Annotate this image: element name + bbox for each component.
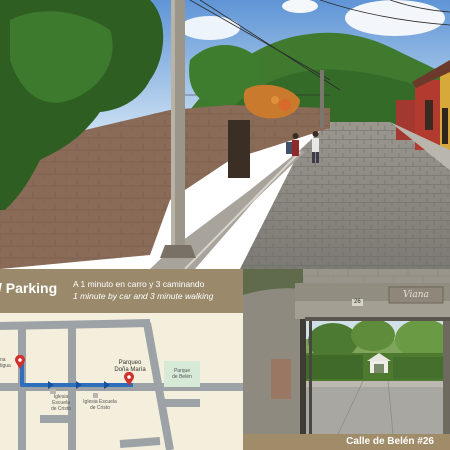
parking-name-line1: Parqueo <box>118 360 142 366</box>
house-sign: Viana <box>403 290 429 300</box>
street-photo <box>0 0 450 269</box>
address-caption: Calle de Belén #26 <box>346 436 434 447</box>
start-label-line2: tigua <box>0 363 11 369</box>
parking-map: / Parking A 1 minuto en carro y 3 camina… <box>0 269 243 450</box>
parking-name-line2: Doña María <box>114 367 146 373</box>
house-number: 26 <box>352 299 363 306</box>
park-label: Parque de Belén <box>166 368 198 380</box>
walking-note-en: 1 minute by car and 3 minute walking <box>73 291 214 301</box>
church-label: Iglesia Escuela de Cristo <box>80 399 120 411</box>
park-label-line2: de Belén <box>172 374 192 380</box>
walking-note-es: A 1 minuto en carro y 3 caminando <box>73 279 205 289</box>
address-caption-bar: Calle de Belén #26 <box>243 434 450 450</box>
map-title: / Parking <box>0 280 58 296</box>
entrance-photo: 26 Viana <box>243 269 450 434</box>
start-marker-icon <box>15 354 25 369</box>
parking-marker-icon <box>124 371 134 386</box>
parking-name-label: Parqueo Doña María <box>108 360 152 374</box>
start-label: na tigua <box>0 357 14 369</box>
school-label-line3: de Cristo <box>50 406 71 412</box>
school-label: Iglesia Escuela de Cristo <box>44 394 78 412</box>
church-label-line2: de Cristo <box>89 405 110 411</box>
map-header: / Parking A 1 minuto en carro y 3 camina… <box>0 269 243 313</box>
